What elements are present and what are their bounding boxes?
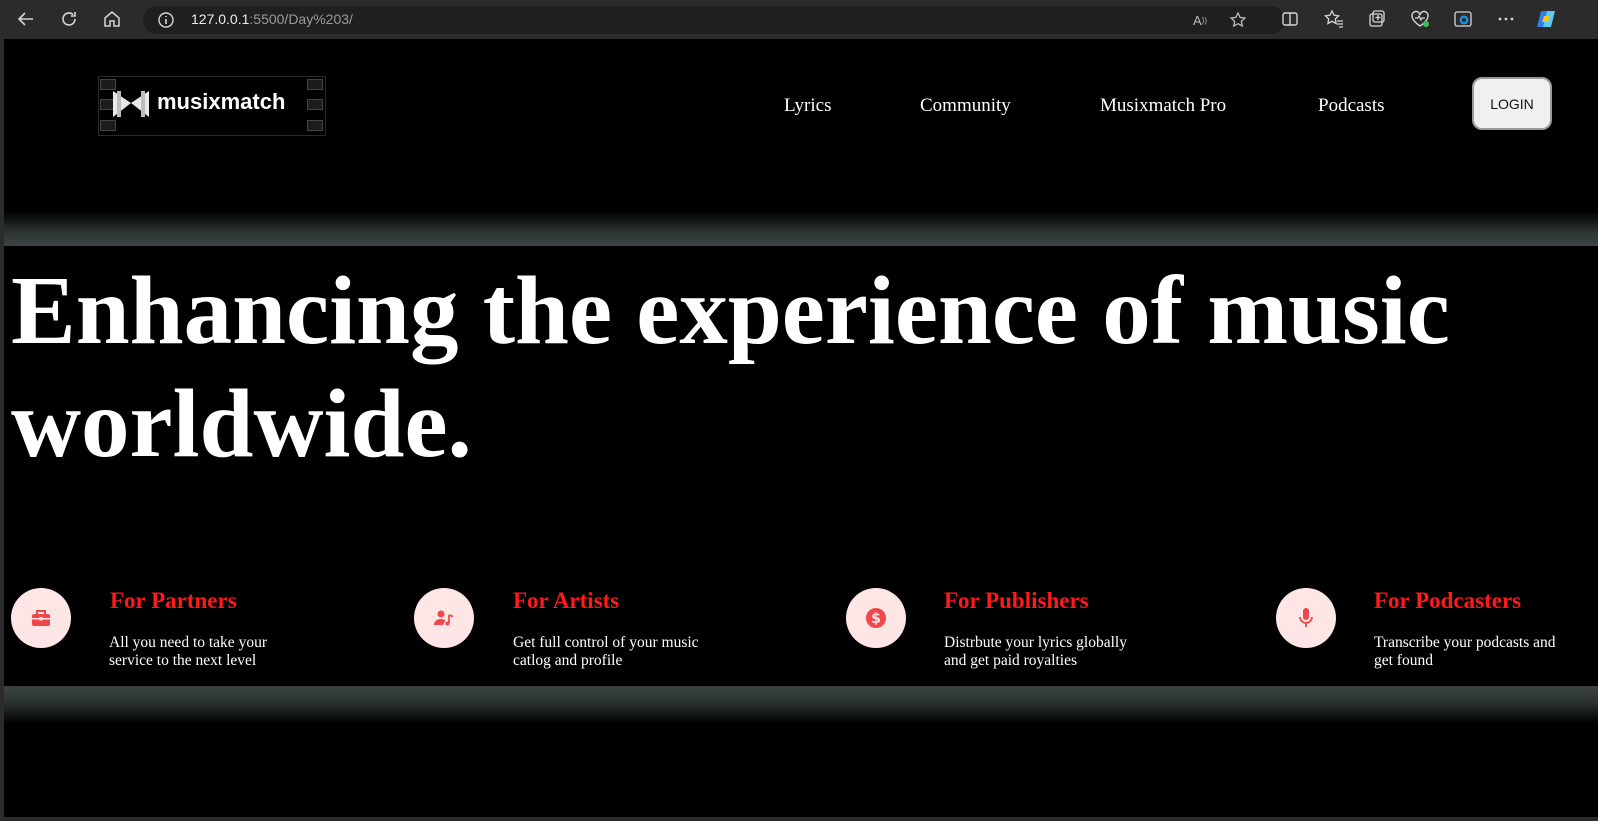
more-options-icon[interactable] xyxy=(1492,5,1520,33)
edge-icon[interactable] xyxy=(1449,5,1477,33)
musixmatch-mark-icon xyxy=(111,87,151,125)
refresh-icon[interactable] xyxy=(55,5,83,33)
logo-resize-handle xyxy=(307,99,323,110)
site-info-icon[interactable] xyxy=(157,11,175,29)
split-screen-icon[interactable] xyxy=(1276,5,1304,33)
browser-essentials-icon[interactable] xyxy=(1406,5,1434,33)
collections-icon[interactable] xyxy=(1363,5,1391,33)
section-divider xyxy=(4,211,1598,246)
nav-link-community[interactable]: Community xyxy=(920,95,1011,117)
feature-title: For Partners xyxy=(110,588,237,613)
dollar-icon: $ xyxy=(846,588,906,648)
microphone-icon xyxy=(1276,588,1336,648)
feature-description: Get full control of your music catlog an… xyxy=(513,634,699,669)
feature-description: Transcribe your podcasts and get found xyxy=(1374,634,1556,669)
nav-link-musixmatch-pro[interactable]: Musixmatch Pro xyxy=(1100,95,1226,117)
logo-resize-handle xyxy=(307,79,323,90)
svg-text:$: $ xyxy=(871,611,881,627)
favorites-icon[interactable] xyxy=(1320,5,1348,33)
home-icon[interactable] xyxy=(98,5,126,33)
brand-name: musixmatch xyxy=(157,89,286,114)
briefcase-icon xyxy=(11,588,71,648)
nav-link-podcasts[interactable]: Podcasts xyxy=(1318,95,1385,117)
read-aloud-icon[interactable]: A)) xyxy=(1190,10,1210,30)
back-arrow-icon[interactable] xyxy=(12,5,40,33)
feature-title: For Publishers xyxy=(944,588,1089,613)
artist-music-icon xyxy=(414,588,474,648)
hero-section: Enhancing the experience of music worldw… xyxy=(11,246,1598,686)
feature-title: For Podcasters xyxy=(1374,588,1522,613)
hero-headline: Enhancing the experience of music worldw… xyxy=(11,257,1450,477)
favorite-star-icon[interactable] xyxy=(1228,10,1248,30)
copilot-icon[interactable] xyxy=(1533,5,1561,33)
section-divider xyxy=(4,686,1598,724)
feature-title: For Artists xyxy=(513,588,620,613)
musixmatch-logo[interactable]: musixmatch xyxy=(98,76,326,136)
feature-description: All you need to take your service to the… xyxy=(109,634,267,669)
page-viewport: musixmatch Lyrics Community Musixmatch P… xyxy=(4,39,1598,817)
logo-resize-handle xyxy=(307,120,323,131)
feature-description: Distrbute your lyrics globally and get p… xyxy=(944,634,1127,669)
nav-link-lyrics[interactable]: Lyrics xyxy=(784,95,832,117)
login-button[interactable]: LOGIN xyxy=(1472,77,1552,130)
browser-toolbar: 127.0.0.1:5500/Day%203/ A)) xyxy=(0,0,1598,38)
address-bar[interactable]: 127.0.0.1:5500/Day%203/ A)) xyxy=(143,6,1285,34)
url-text: 127.0.0.1:5500/Day%203/ xyxy=(191,11,353,27)
